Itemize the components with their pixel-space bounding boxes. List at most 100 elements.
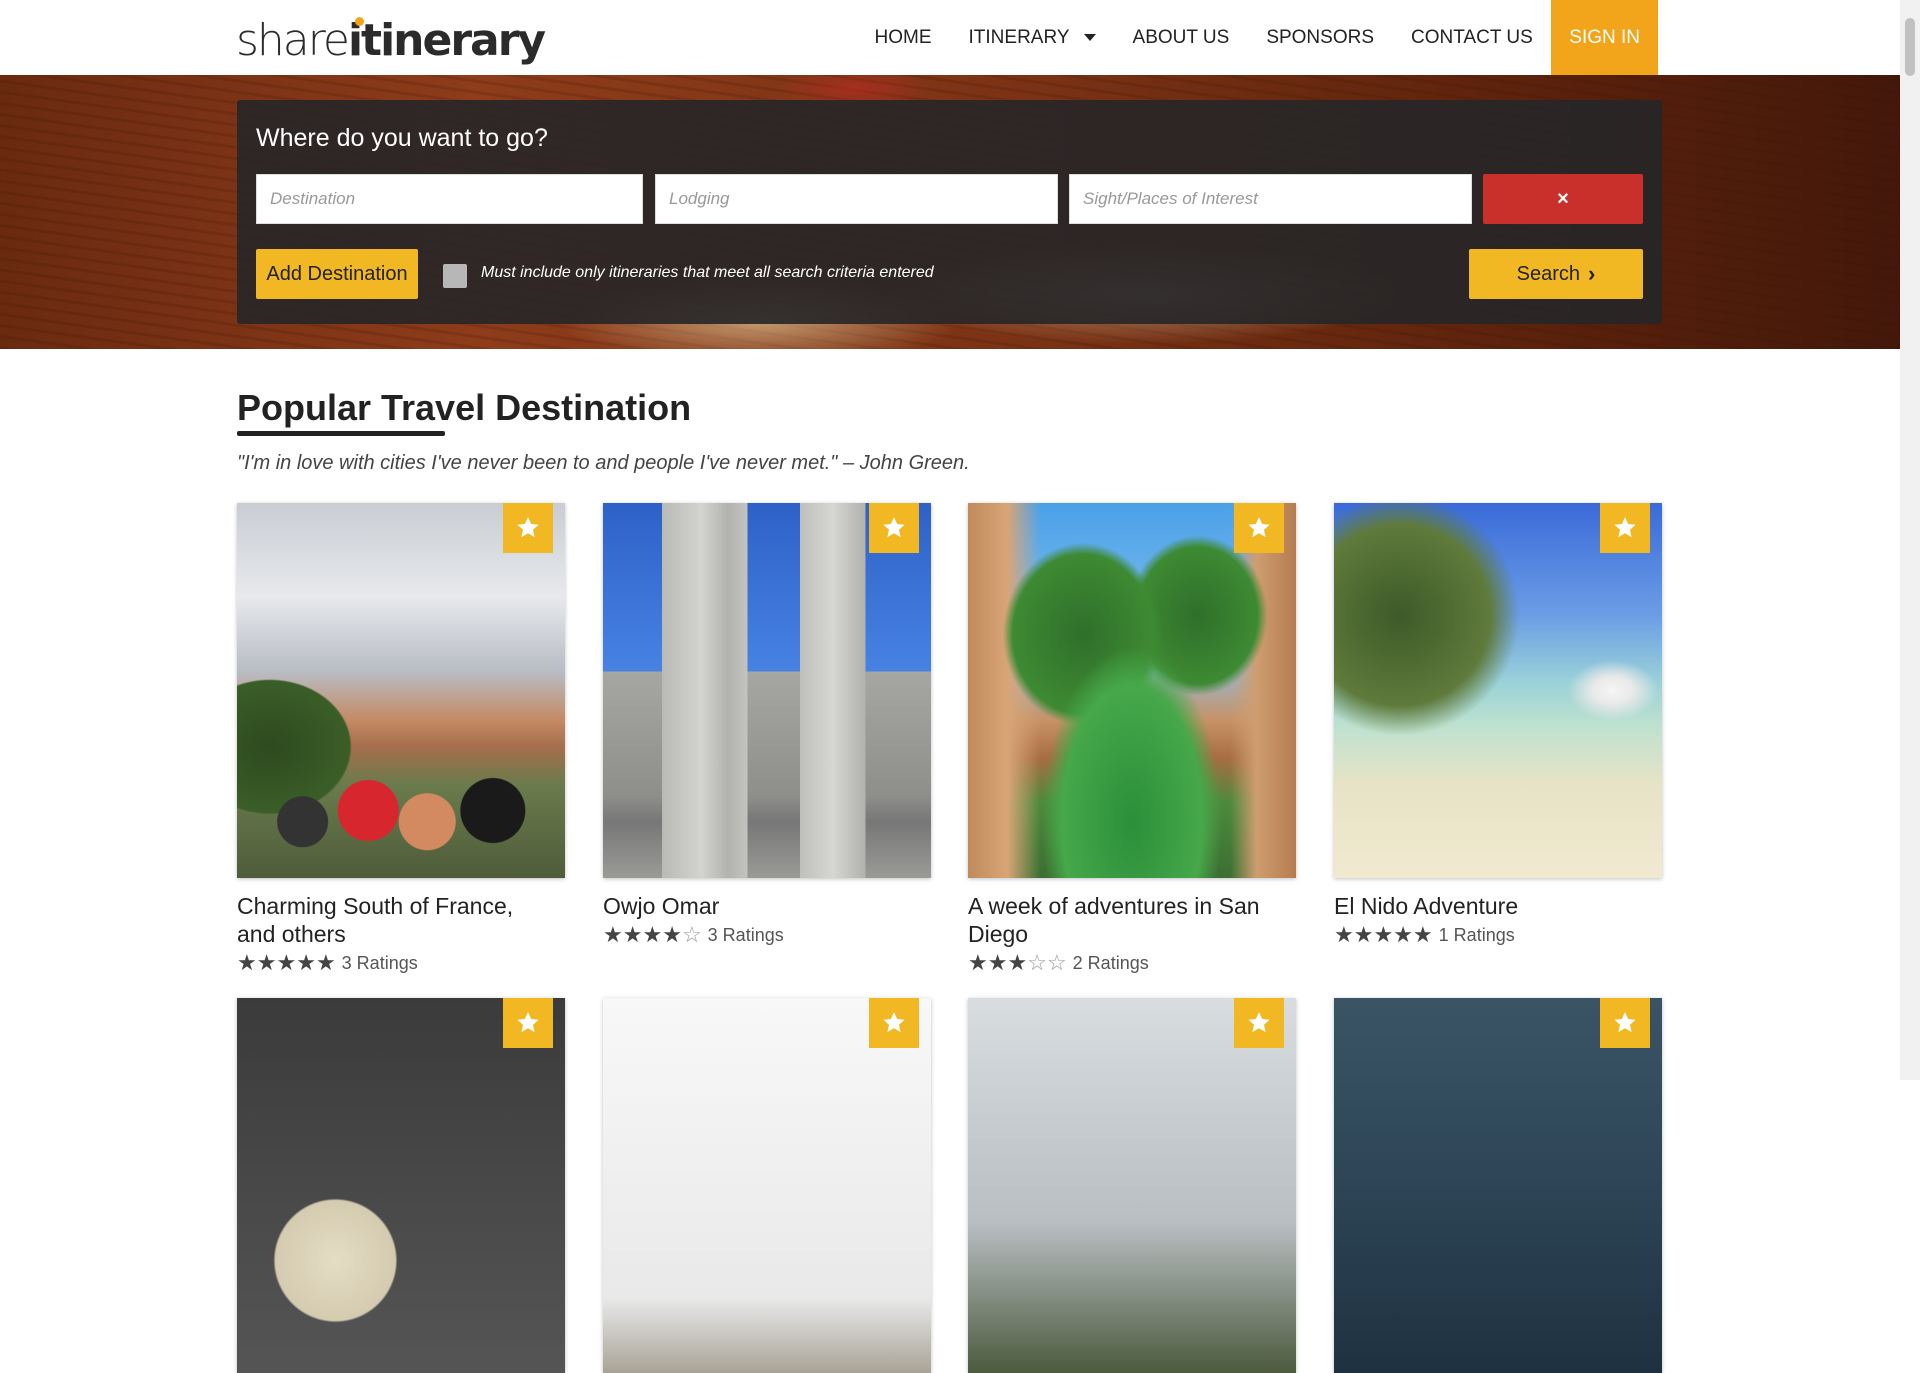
ratings-count: 3 Ratings <box>341 952 418 973</box>
star-filled-icon: ★ <box>662 922 682 947</box>
star-icon <box>517 517 539 538</box>
destination-card[interactable] <box>603 998 933 1373</box>
destination-card[interactable]: Charming South of France, and others ★ ★ ★… <box>237 503 567 974</box>
section-quote: "I'm in love with cities I've never been… <box>237 452 970 474</box>
star-filled-icon: ★ <box>1007 950 1028 975</box>
star-icon <box>883 517 905 538</box>
rating-stars: ★ ★ ★ ★ ☆ <box>603 924 702 946</box>
caret-down-icon <box>1083 34 1096 41</box>
card-rating: ★ ★ ★ ★ ★ 1 Ratings <box>1334 924 1664 946</box>
nav-sign-in[interactable]: SIGN IN <box>1551 0 1658 75</box>
star-filled-icon: ★ <box>296 950 316 975</box>
chevron-right-icon: › <box>1588 261 1596 286</box>
sights-input[interactable]: Sight/Places of Interest <box>1069 174 1472 224</box>
card-title[interactable]: Charming South of France, and others <box>237 892 557 948</box>
nav-home[interactable]: HOME <box>856 0 950 75</box>
star-icon <box>1248 1012 1270 1033</box>
card-image[interactable] <box>237 998 565 1373</box>
star-icon <box>1614 1012 1636 1033</box>
search-title: Where do you want to go? <box>256 124 548 152</box>
card-image[interactable] <box>968 998 1296 1373</box>
card-rating: ★ ★ ★ ★ ☆ 3 Ratings <box>603 924 933 946</box>
star-filled-icon: ★ <box>603 922 623 947</box>
destination-input[interactable]: Destination <box>256 174 643 224</box>
card-rating: ★ ★ ★ ☆ ☆ 2 Ratings <box>968 952 1298 974</box>
nav-contact-us[interactable]: CONTACT US <box>1393 0 1552 75</box>
ratings-count: 1 Ratings <box>1438 924 1515 945</box>
star-icon <box>1248 517 1270 538</box>
must-include-checkbox[interactable] <box>443 264 467 288</box>
rating-stars: ★ ★ ★ ☆ ☆ <box>968 952 1067 974</box>
card-title[interactable]: El Nido Adventure <box>1334 892 1654 920</box>
nav-about-us[interactable]: ABOUT US <box>1114 0 1248 75</box>
star-empty-icon: ☆ <box>1027 950 1047 975</box>
nav-itinerary[interactable]: ITINERARY <box>950 0 1114 75</box>
star-filled-icon: ★ <box>1412 922 1433 947</box>
card-image[interactable] <box>968 503 1296 878</box>
destination-card[interactable] <box>1334 998 1664 1373</box>
add-destination-button[interactable]: Add Destination <box>256 249 418 299</box>
destination-card[interactable]: El Nido Adventure ★ ★ ★ ★ ★ 1 Ratings <box>1334 503 1664 946</box>
main-menu: HOME ITINERARY ABOUT US SPONSORS CONTACT… <box>856 0 1658 75</box>
card-image[interactable] <box>237 503 565 878</box>
scrollbar-thumb[interactable] <box>1905 18 1915 76</box>
card-title[interactable]: A week of adventures in San Diego <box>968 892 1288 948</box>
destination-card[interactable]: A week of adventures in San Diego ★ ★ ★ ☆ ☆ … <box>968 503 1298 974</box>
logo-text-bold: itinerary <box>347 15 546 66</box>
destination-card[interactable] <box>237 998 567 1373</box>
rating-stars: ★ ★ ★ ★ ★ <box>237 952 336 974</box>
favorite-button[interactable] <box>503 503 553 553</box>
top-navbar: share itinerary HOME ITINERARY ABOUT US … <box>0 0 1900 75</box>
favorite-button[interactable] <box>869 998 919 1048</box>
card-title[interactable]: Owjo Omar <box>603 892 923 920</box>
star-filled-icon: ★ <box>987 950 1008 975</box>
search-button-label: Search <box>1516 262 1581 285</box>
logo-text-light: share <box>236 15 350 66</box>
favorite-button[interactable] <box>869 503 919 553</box>
star-filled-icon: ★ <box>1373 922 1394 947</box>
card-rating: ★ ★ ★ ★ ★ 3 Ratings <box>237 952 567 974</box>
favorite-button[interactable] <box>1600 998 1650 1048</box>
star-filled-icon: ★ <box>1393 922 1413 947</box>
section-underline <box>237 431 445 436</box>
search-button[interactable]: Search › <box>1469 249 1643 299</box>
must-include-label: Must include only itineraries that meet … <box>481 264 934 281</box>
star-filled-icon: ★ <box>237 950 257 975</box>
section-title: Popular Travel Destination <box>237 387 692 428</box>
star-filled-icon: ★ <box>276 950 297 975</box>
logo-dot <box>354 17 364 26</box>
close-icon: × <box>1557 187 1569 210</box>
favorite-button[interactable] <box>503 998 553 1048</box>
site-logo[interactable]: share itinerary <box>236 8 546 66</box>
star-icon <box>517 1012 539 1033</box>
rating-stars: ★ ★ ★ ★ ★ <box>1334 924 1433 946</box>
ratings-count: 3 Ratings <box>707 924 784 945</box>
star-filled-icon: ★ <box>1353 922 1374 947</box>
nav-itinerary-label: ITINERARY <box>968 26 1070 48</box>
favorite-button[interactable] <box>1234 503 1284 553</box>
favorite-button[interactable] <box>1600 503 1650 553</box>
star-filled-icon: ★ <box>642 922 663 947</box>
ratings-count: 2 Ratings <box>1072 952 1149 973</box>
card-image[interactable] <box>1334 503 1662 878</box>
star-filled-icon: ★ <box>315 950 336 975</box>
favorite-button[interactable] <box>1234 998 1284 1048</box>
clear-button[interactable]: × <box>1483 174 1643 224</box>
star-icon <box>883 1012 905 1033</box>
star-filled-icon: ★ <box>622 922 643 947</box>
card-image[interactable] <box>603 503 931 878</box>
star-empty-icon: ☆ <box>1046 950 1067 975</box>
search-panel: Where do you want to go? Destination Lod… <box>237 100 1662 324</box>
card-image[interactable] <box>603 998 931 1373</box>
star-filled-icon: ★ <box>968 950 988 975</box>
nav-sponsors[interactable]: SPONSORS <box>1248 0 1393 75</box>
star-filled-icon: ★ <box>1334 922 1354 947</box>
page-scrollbar[interactable] <box>1900 0 1920 1080</box>
star-icon <box>1614 517 1636 538</box>
lodging-input[interactable]: Lodging <box>655 174 1058 224</box>
destination-card[interactable]: Owjo Omar ★ ★ ★ ★ ☆ 3 Ratings <box>603 503 933 946</box>
destination-card[interactable] <box>968 998 1298 1373</box>
star-filled-icon: ★ <box>256 950 277 975</box>
card-image[interactable] <box>1334 998 1662 1373</box>
star-empty-icon: ☆ <box>681 922 702 947</box>
